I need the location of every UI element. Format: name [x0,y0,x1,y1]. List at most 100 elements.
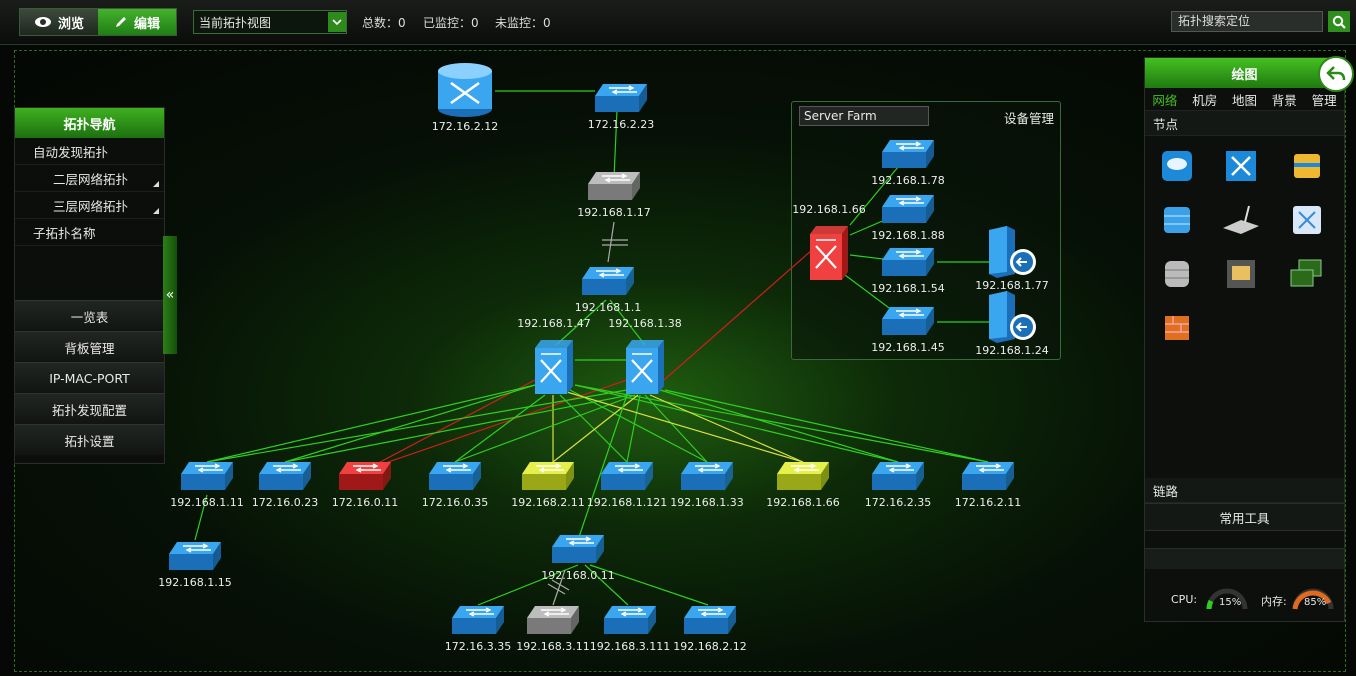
expand-corner-icon [153,181,159,187]
switch-blue-icon [259,462,311,490]
tab-background[interactable]: 背景 [1264,90,1304,109]
topology-node[interactable] [586,168,642,208]
cpu-label: CPU: [1171,593,1198,606]
nav-item-subtopology[interactable]: 子拓扑名称 [15,219,164,246]
topology-node[interactable] [257,458,313,498]
topology-node[interactable] [624,338,666,400]
node-ip-label: 172.16.0.11 [331,496,399,509]
topology-node[interactable] [880,136,936,176]
node-ip-label: 172.16.0.35 [421,496,489,509]
nav-item-label: 二层网络拓扑 [53,171,129,187]
switch-blue-icon [601,462,653,490]
node-ip-label: 192.168.1.54 [871,282,945,295]
node-ip-label: 172.16.2.12 [431,120,499,133]
patch-panel-icon[interactable] [1221,254,1261,294]
topology-node[interactable] [985,224,1039,284]
topology-node[interactable] [427,458,483,498]
topology-node[interactable] [985,289,1039,349]
router-icon[interactable] [1287,146,1327,186]
l3-red-icon [810,226,848,280]
nav-item-auto-discover[interactable]: 自动发现拓扑 [15,138,164,165]
node-ip-label: 192.168.1.47 [517,317,591,330]
node-palette [1145,136,1344,436]
memory-label: 内存: [1261,595,1287,608]
topology-node[interactable] [960,458,1016,498]
switch-blue-icon [882,248,934,276]
common-tools-header[interactable]: 常用工具 [1145,503,1344,531]
node-ip-label: 192.168.2.11 [511,496,585,509]
topology-node[interactable] [599,458,655,498]
router-cyl-icon [438,63,492,117]
topology-node[interactable] [593,80,649,120]
cpu-value: 15% [1219,597,1242,608]
topology-node[interactable] [880,244,936,284]
switch-blue-icon [181,462,233,490]
firewall-icon[interactable] [1157,308,1197,348]
node-ip-label: 192.168.1.17 [577,206,651,219]
nav-item-layer3[interactable]: 三层网络拓扑 [15,192,164,219]
topology-nav-panel: 拓扑导航 自动发现拓扑 二层网络拓扑 三层网络拓扑 子拓扑名称 一览表 背板管理… [14,107,165,464]
hub-icon[interactable] [1287,200,1327,240]
node-ip-label: 172.16.2.35 [864,496,932,509]
node-ip-label: 192.168.1.38 [608,317,682,330]
topology-node[interactable] [550,531,606,571]
topology-node[interactable] [880,303,936,343]
node-ip-label: 192.168.0.11 [541,569,615,582]
topology-settings-button[interactable]: 拓扑设置 [15,424,164,455]
switch-blue-icon [872,462,924,490]
node-ip-label: 192.168.1.66 [792,203,866,216]
node-ip-label: 192.168.1.11 [170,496,244,509]
topology-node[interactable] [808,224,850,286]
ip-mac-port-button[interactable]: IP-MAC-PORT [15,362,164,393]
switch-blue-icon [882,195,934,223]
topology-node[interactable] [775,458,831,498]
node-ip-label: 192.168.1.15 [158,576,232,589]
nav-title: 拓扑导航 [15,108,164,138]
discovery-config-button[interactable]: 拓扑发现配置 [15,393,164,424]
collapse-nav-button[interactable]: « [163,236,177,354]
backplane-button[interactable]: 背板管理 [15,331,164,362]
nodes-section-header[interactable]: 节点 [1145,111,1344,136]
tab-room[interactable]: 机房 [1185,90,1225,109]
links-section-header[interactable]: 链路 [1145,478,1344,503]
node-ip-label: 192.168.3.11 [516,640,590,653]
topology-node[interactable] [520,458,576,498]
switch-gray-icon [527,606,579,634]
topology-node[interactable] [870,458,926,498]
node-ip-label: 192.168.1.1 [574,301,642,314]
topology-node[interactable] [525,602,581,642]
tab-manage[interactable]: 管理 [1304,90,1344,109]
l3-switch-icon[interactable] [1221,146,1261,186]
node-ip-label: 192.168.1.33 [670,496,744,509]
topology-node[interactable] [580,263,636,303]
drawing-panel: 绘图 网络 机房 地图 背景 管理 节点 链路 常用工具 [1144,57,1345,621]
nav-item-layer2[interactable]: 二层网络拓扑 [15,165,164,192]
switch-blue-icon [452,606,504,634]
workstation-icon[interactable] [1287,254,1327,294]
overview-button[interactable]: 一览表 [15,300,164,331]
tab-map[interactable]: 地图 [1225,90,1265,109]
topology-node[interactable] [679,458,735,498]
tab-network[interactable]: 网络 [1145,90,1185,109]
storage-icon[interactable] [1157,254,1197,294]
topology-node[interactable] [602,602,658,642]
switch-blue-icon [684,606,736,634]
topology-node[interactable] [880,191,936,231]
topology-node[interactable] [167,538,223,578]
firewall-stack-icon[interactable] [1157,200,1197,240]
topology-node[interactable] [179,458,235,498]
status-panel: CPU: 15% 内存: 85% [1144,548,1345,622]
switch-yellow-icon [777,462,829,490]
topology-node[interactable] [450,602,506,642]
back-arrow-icon[interactable] [1318,56,1354,92]
topology-node[interactable] [533,338,575,400]
switch-blue-icon [595,84,647,112]
topology-node[interactable] [436,61,494,123]
topology-node[interactable] [682,602,738,642]
cloud-icon[interactable] [1157,146,1197,186]
nav-item-label: 三层网络拓扑 [53,198,129,214]
node-ip-label: 192.168.2.12 [673,640,747,653]
topology-node[interactable] [337,458,393,498]
switch-blue-icon [882,140,934,168]
wireless-router-icon[interactable] [1221,200,1261,240]
